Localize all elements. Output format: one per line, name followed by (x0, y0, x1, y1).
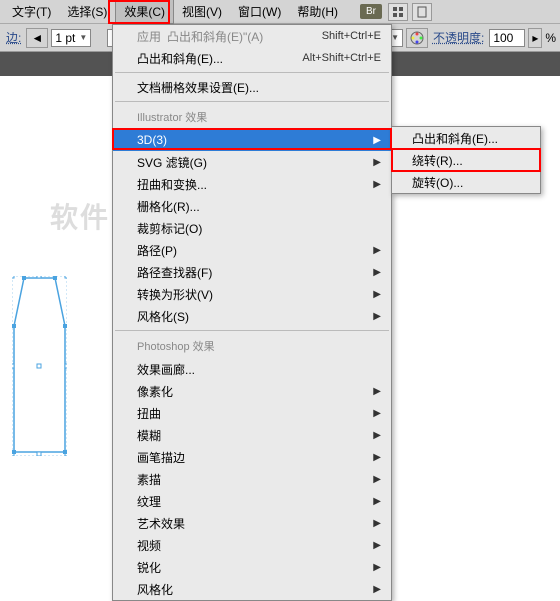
menu-texture[interactable]: 纹理▶ (113, 490, 391, 512)
menu-view[interactable]: 视图(V) (174, 0, 230, 23)
menu-stylize-ps[interactable]: 风格化▶ (113, 578, 391, 600)
opacity-suffix: % (545, 31, 556, 45)
submenu-revolve[interactable]: 绕转(R)... (392, 149, 540, 171)
menu-gallery[interactable]: 效果画廊... (113, 358, 391, 380)
separator (115, 101, 389, 102)
menu-svg[interactable]: SVG 滤镜(G)▶ (113, 151, 391, 173)
submenu-extrude[interactable]: 凸出和斜角(E)... (392, 127, 540, 149)
bridge-badge[interactable]: Br (360, 4, 382, 19)
separator (115, 330, 389, 331)
arrow-left-icon[interactable]: ◄ (26, 28, 48, 48)
menu-distort[interactable]: 扭曲▶ (113, 402, 391, 424)
menu-text[interactable]: 文字(T) (4, 0, 59, 23)
menu-sketch[interactable]: 素描▶ (113, 468, 391, 490)
menu-effect[interactable]: 效果(C) (115, 0, 174, 24)
menu-window[interactable]: 窗口(W) (230, 0, 289, 23)
stroke-width-combo[interactable]: 1 pt▼ (51, 29, 91, 47)
menu-stylize-ai[interactable]: 风格化(S)▶ (113, 305, 391, 327)
menu-brush-strokes[interactable]: 画笔描边▶ (113, 446, 391, 468)
effect-menu: 应用凸出和斜角(E)"(A)Shift+Ctrl+E 凸出和斜角(E)...Al… (112, 24, 392, 601)
grid-icon[interactable] (388, 3, 408, 21)
menu-pixelate[interactable]: 像素化▶ (113, 380, 391, 402)
menu-convert-shape[interactable]: 转换为形状(V)▶ (113, 283, 391, 305)
section-illustrator: Illustrator 效果 (113, 105, 391, 129)
doc-icon[interactable] (412, 3, 432, 21)
menu-blur[interactable]: 模糊▶ (113, 424, 391, 446)
3d-submenu: 凸出和斜角(E)... 绕转(R)... 旋转(O)... (391, 126, 541, 194)
menu-video[interactable]: 视频▶ (113, 534, 391, 556)
menu-raster-settings[interactable]: 文档栅格效果设置(E)... (113, 76, 391, 98)
opacity-label: 不透明度: (431, 29, 486, 46)
menu-bevel[interactable]: 凸出和斜角(E)...Alt+Shift+Ctrl+E (113, 47, 391, 69)
menu-path[interactable]: 路径(P)▶ (113, 239, 391, 261)
menu-pathfinder[interactable]: 路径查找器(F)▶ (113, 261, 391, 283)
opacity-input[interactable]: 100 (489, 29, 525, 47)
menu-distort-transform[interactable]: 扭曲和变换...▶ (113, 173, 391, 195)
menu-3d[interactable]: 3D(3)▶ (113, 129, 391, 151)
opacity-arrow-icon[interactable]: ▸ (528, 28, 542, 48)
menu-crop-marks[interactable]: 裁剪标记(O) (113, 217, 391, 239)
menu-rasterize[interactable]: 栅格化(R)... (113, 195, 391, 217)
selected-shape[interactable] (12, 276, 67, 456)
separator (115, 72, 389, 73)
menu-sharpen[interactable]: 锐化▶ (113, 556, 391, 578)
menu-select[interactable]: 选择(S) (59, 0, 115, 23)
menu-artistic[interactable]: 艺术效果▶ (113, 512, 391, 534)
submenu-rotate[interactable]: 旋转(O)... (392, 171, 540, 193)
menu-apply: 应用凸出和斜角(E)"(A)Shift+Ctrl+E (113, 25, 391, 47)
recolor-icon[interactable] (406, 28, 428, 48)
section-photoshop: Photoshop 效果 (113, 334, 391, 358)
stroke-label: 边: (4, 29, 23, 46)
menubar: 文字(T) 选择(S) 效果(C) 视图(V) 窗口(W) 帮助(H) Br (0, 0, 560, 24)
menu-help[interactable]: 帮助(H) (289, 0, 346, 23)
